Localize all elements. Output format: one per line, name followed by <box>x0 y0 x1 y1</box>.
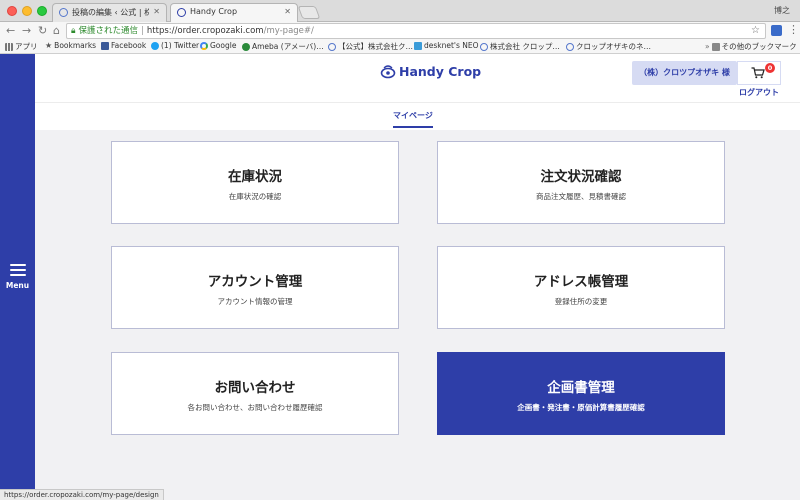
cart-button[interactable]: 0 <box>737 61 781 85</box>
cart-icon <box>751 67 765 79</box>
bookmark-twitter[interactable]: (1) Twitter <box>151 41 199 50</box>
bookmark-google[interactable]: Google <box>200 41 236 50</box>
bookmark-star-icon[interactable]: ☆ <box>751 24 760 38</box>
more-chevron-icon: » <box>705 42 710 51</box>
bookmarks-bar: アプリ ★ Bookmarks Facebook (1) Twitter Goo… <box>0 40 800 54</box>
card-title: 在庫状況 <box>228 169 282 185</box>
card-subtitle: 各お問い合わせ、お問い合わせ履歴確認 <box>187 403 323 412</box>
forward-arrow-icon[interactable]: → <box>22 23 31 39</box>
bookmark-crop-company[interactable]: 株式会社 クロップ… <box>480 41 560 52</box>
card-subtitle: 登録住所の変更 <box>554 297 608 306</box>
handy-crop-favicon-icon <box>177 8 186 17</box>
bookmark-label: Facebook <box>111 41 147 50</box>
card-title: 企画書管理 <box>547 380 615 396</box>
window-zoom-button[interactable] <box>37 6 47 16</box>
bookmark-label: 【公式】株式会社ク… <box>338 42 413 51</box>
address-bar[interactable]: 🔒︎ 保護された通信 | https://order.cropozaki.com/my… <box>66 23 766 39</box>
bookmark-ameba[interactable]: Ameba (アメーバ)… <box>242 41 324 52</box>
hamburger-menu-icon[interactable] <box>10 264 26 279</box>
apps-grid-icon <box>5 42 13 51</box>
address-book-card[interactable]: アドレス帳管理 登録住所の変更 <box>437 246 725 329</box>
back-arrow-icon[interactable]: ← <box>6 23 15 39</box>
main-content: Handy Crop （株）クロツプオザキ 様 0 ログアウト マイページ 在庫… <box>35 54 800 500</box>
bookmark-label: Google <box>210 41 237 50</box>
globe-icon <box>566 42 574 51</box>
browser-profile-name[interactable]: 博之 <box>774 5 790 16</box>
desknets-icon <box>414 41 422 50</box>
bookmark-label: Ameba (アメーバ)… <box>252 42 324 51</box>
proposal-management-card[interactable]: 企画書管理 企画書・発注書・原価計算書履歴確認 <box>437 352 725 435</box>
bookmark-desknets[interactable]: desknet's NEO <box>414 41 479 50</box>
bookmark-label: (1) Twitter <box>161 41 200 50</box>
card-title: 注文状況確認 <box>540 169 622 185</box>
crop-leaf-logo-icon <box>380 64 396 78</box>
address-path: /my-page#/ <box>263 26 314 36</box>
logo-text: Handy Crop <box>399 64 482 79</box>
bookmark-official-site[interactable]: 【公式】株式会社ク… <box>328 41 413 52</box>
bookmark-label: アプリ <box>15 42 38 51</box>
home-icon[interactable]: ⌂ <box>53 23 60 39</box>
card-title: お問い合わせ <box>214 380 296 396</box>
browser-menu-icon[interactable]: ⋮ <box>788 23 799 37</box>
close-icon[interactable]: ✕ <box>284 7 291 16</box>
close-icon[interactable]: ✕ <box>153 7 160 16</box>
card-title: アカウント管理 <box>207 274 303 290</box>
browser-tab-bar: 投稿の編集 ‹ 公式 | 株式会社クロ… ✕ Handy Crop ✕ 博之 <box>0 0 800 23</box>
stock-status-card[interactable]: 在庫状況 在庫状況の確認 <box>111 141 399 224</box>
window-minimize-button[interactable] <box>22 6 32 16</box>
browser-toolbar: ← → ↻ ⌂ 🔒︎ 保護された通信 | https://order.cropozak… <box>0 22 800 40</box>
card-title: アドレス帳管理 <box>533 274 629 290</box>
account-name-badge[interactable]: （株）クロツプオザキ 様 <box>632 61 737 85</box>
twitter-icon <box>151 41 159 50</box>
window-close-button[interactable] <box>7 6 17 16</box>
browser-tab-edit-post[interactable]: 投稿の編集 ‹ 公式 | 株式会社クロ… ✕ <box>52 3 167 22</box>
bookmark-label: その他のブックマーク <box>721 42 797 51</box>
cart-count-badge: 0 <box>765 63 775 73</box>
globe-icon <box>328 42 336 51</box>
page-header: Handy Crop （株）クロツプオザキ 様 0 ログアウト <box>35 54 800 102</box>
extension-icon[interactable] <box>771 25 782 36</box>
ameba-icon <box>242 42 250 51</box>
tab-title: Handy Crop <box>190 7 238 16</box>
browser-tab-handy-crop[interactable]: Handy Crop ✕ <box>170 3 298 23</box>
google-icon <box>200 41 208 50</box>
address-separator: | <box>141 26 144 36</box>
menu-label[interactable]: Menu <box>0 281 35 290</box>
card-subtitle: 在庫状況の確認 <box>228 192 282 201</box>
reload-icon[interactable]: ↻ <box>38 23 47 39</box>
order-status-card[interactable]: 注文状況確認 商品注文履歴、見積書確認 <box>437 141 725 224</box>
bookmark-label: 株式会社 クロップ… <box>490 42 560 51</box>
bookmark-facebook[interactable]: Facebook <box>101 41 146 50</box>
handy-crop-logo[interactable]: Handy Crop <box>380 64 481 79</box>
bookmark-other[interactable]: » その他のブックマーク <box>705 41 797 52</box>
bookmark-apps[interactable]: アプリ <box>5 41 38 52</box>
sidebar: Menu <box>0 54 35 500</box>
sub-navigation: マイページ <box>35 102 800 130</box>
globe-icon <box>480 42 488 51</box>
globe-icon <box>59 8 68 17</box>
bookmark-label: desknet's NEO <box>424 41 479 50</box>
tab-my-page[interactable]: マイページ <box>393 110 433 128</box>
bookmark-bookmarks[interactable]: ★ Bookmarks <box>45 41 96 50</box>
secure-connection-label: 保護された通信 <box>78 26 139 36</box>
lock-icon: 🔒︎ <box>71 26 76 36</box>
bookmark-label: クロップオザキのネ… <box>576 42 651 51</box>
card-subtitle: アカウント情報の管理 <box>217 297 293 306</box>
folder-icon <box>711 42 720 51</box>
address-host: https://order.cropozaki.com <box>146 26 264 36</box>
account-management-card[interactable]: アカウント管理 アカウント情報の管理 <box>111 246 399 329</box>
new-tab-button[interactable] <box>297 6 321 19</box>
contact-card[interactable]: お問い合わせ 各お問い合わせ、お問い合わせ履歴確認 <box>111 352 399 435</box>
star-icon: ★ <box>45 41 53 50</box>
facebook-icon <box>101 41 109 50</box>
logout-link[interactable]: ログアウト <box>739 87 779 98</box>
card-subtitle: 商品注文履歴、見積書確認 <box>536 192 626 201</box>
bookmark-label: Bookmarks <box>54 41 97 50</box>
bookmark-crop-ozaki-net[interactable]: クロップオザキのネ… <box>566 41 651 52</box>
browser-status-url: https://order.cropozaki.com/my-page/desi… <box>0 489 164 500</box>
tab-title: 投稿の編集 ‹ 公式 | 株式会社クロ… <box>72 8 149 17</box>
card-subtitle: 企画書・発注書・原価計算書履歴確認 <box>517 403 645 412</box>
